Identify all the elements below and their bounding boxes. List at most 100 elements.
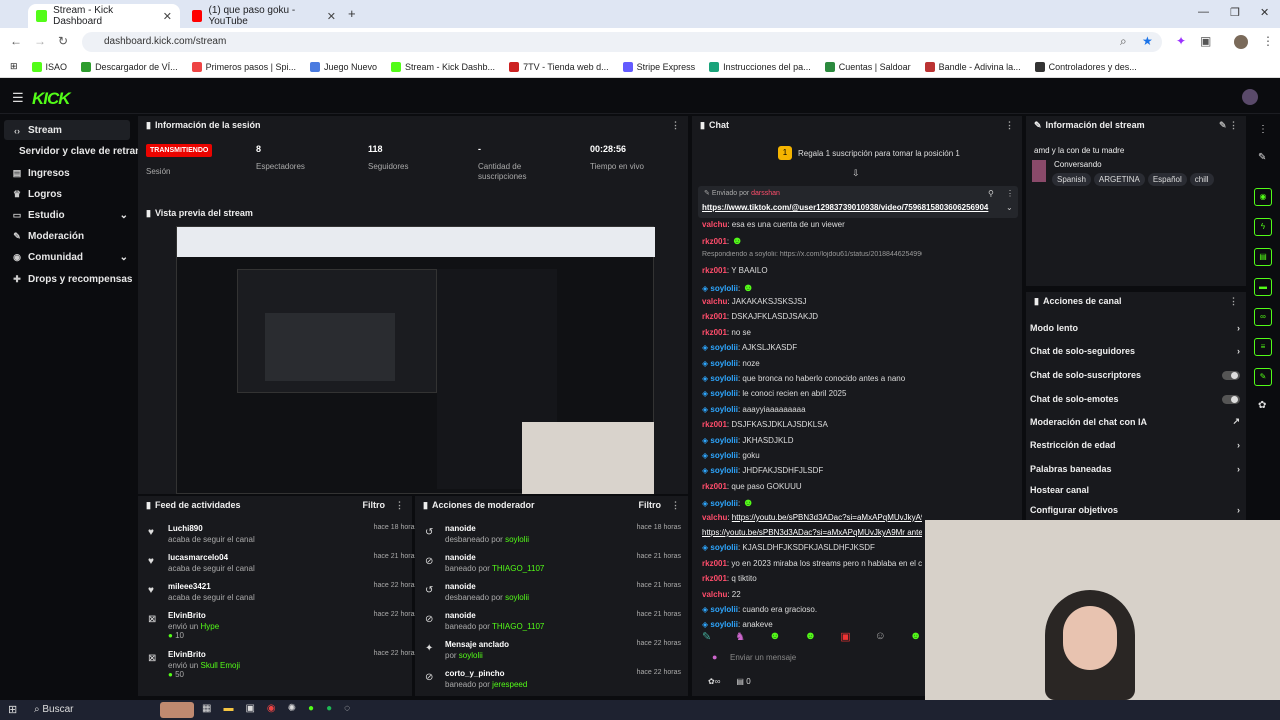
bookmark-item[interactable]: Stripe Express — [622, 61, 695, 72]
chrome-icon[interactable]: ◉ — [267, 703, 276, 714]
sidebar-item-drops[interactable]: ✚ Drops y recompensas — [12, 274, 132, 285]
action-banned-words[interactable]: Palabras baneadas › — [1030, 464, 1240, 474]
reload-icon[interactable]: ↻ — [58, 34, 68, 48]
chat-username[interactable]: soylolii — [710, 451, 738, 460]
chat-username[interactable]: soylolii — [710, 343, 738, 352]
bookmark-item[interactable]: 7TV - Tienda web d... — [509, 61, 609, 72]
action-followers-only[interactable]: Chat de solo-seguidores › — [1030, 346, 1240, 356]
sidebar-item-stream[interactable]: ‹› Stream — [12, 125, 62, 136]
tab-youtube[interactable]: (1) que paso goku - YouTube ✕ — [184, 4, 344, 28]
sidebar-item-estudio[interactable]: ▭ Estudio ⌄ — [12, 210, 128, 221]
tag[interactable]: ARGETINA — [1093, 173, 1145, 186]
chat-username[interactable]: rkz001 — [702, 559, 727, 568]
close-tab-icon[interactable]: ✕ — [327, 10, 336, 23]
more-options-icon[interactable]: ⋮ — [671, 120, 680, 131]
more-options-icon[interactable]: ⋮ — [1005, 120, 1014, 131]
emote-icon[interactable]: ▣ — [840, 630, 850, 643]
chat-input[interactable]: Enviar un mensaje — [702, 648, 922, 668]
store-icon[interactable]: ▣ — [245, 703, 254, 714]
app-icon[interactable]: ◌ — [344, 703, 350, 714]
profile-avatar[interactable] — [1234, 35, 1248, 49]
toggle-switch[interactable] — [1222, 394, 1240, 404]
bookmark-item[interactable]: Cuentas | Saldoar — [824, 61, 911, 72]
action-slow-mode[interactable]: Modo lento › — [1030, 323, 1240, 333]
chat-username[interactable]: valchu — [702, 220, 727, 229]
infinity-icon[interactable]: ✿∞ — [708, 677, 720, 686]
chat-username[interactable]: soylolii — [710, 605, 738, 614]
camera-icon[interactable]: ◉ — [1254, 188, 1272, 206]
sidebar-item-moderacion[interactable]: ✎ Moderación — [12, 231, 84, 242]
emote-icon[interactable]: ☺ — [875, 630, 886, 643]
action-subs-only[interactable]: Chat de solo-suscriptores — [1030, 370, 1240, 380]
tag[interactable]: chill — [1189, 173, 1214, 186]
extensions-puzzle-icon[interactable]: ▣ — [1200, 34, 1211, 48]
apps-icon[interactable]: ⊞ — [10, 61, 18, 72]
pin-toggle-icon[interactable]: ⇩ — [852, 168, 860, 179]
chat-username[interactable]: soylolii — [710, 284, 738, 293]
action-goals[interactable]: Configurar objetivos › — [1030, 505, 1240, 515]
emote-icon[interactable]: ☻ — [769, 630, 781, 643]
close-window-icon[interactable]: ✕ — [1260, 6, 1269, 19]
chat-username[interactable]: soylolii — [710, 620, 738, 629]
bookmark-item[interactable]: Juego Nuevo — [309, 61, 377, 72]
pin-icon[interactable]: ⚲ — [988, 189, 994, 198]
chat-username[interactable]: rkz001 — [702, 482, 727, 491]
windows-start-icon[interactable]: ⊞ — [8, 703, 17, 716]
extension-icon[interactable]: ✦ — [1176, 34, 1186, 48]
tag[interactable]: Español — [1147, 173, 1187, 186]
url-field[interactable]: dashboard.kick.com/stream — [82, 32, 1162, 52]
list-icon[interactable]: ≡ — [1254, 338, 1272, 356]
bookmark-item[interactable]: Controladores y des... — [1034, 61, 1137, 72]
chat-username[interactable]: soylolii — [710, 405, 738, 414]
bookmark-item[interactable]: Primeros pasos | Spi... — [191, 61, 296, 72]
chat-username[interactable]: valchu — [702, 590, 727, 599]
hamburger-menu-icon[interactable]: ☰ — [12, 90, 24, 106]
tab-kick-dashboard[interactable]: Stream - Kick Dashboard ✕ — [28, 4, 180, 28]
chat-username[interactable]: rkz001 — [702, 420, 727, 429]
page-icon[interactable]: ▤ — [1254, 248, 1272, 266]
chat-username[interactable]: soylolii — [710, 499, 738, 508]
pinned-message[interactable]: ✎ Enviado por darsshan https://www.tikto… — [698, 186, 1018, 218]
chat-username[interactable]: rkz001 — [702, 266, 727, 275]
edit-icon[interactable]: ✎ ⋮ — [1219, 120, 1238, 131]
taskbar-widget[interactable] — [160, 702, 194, 718]
bookmark-item[interactable]: Stream - Kick Dashb... — [391, 61, 495, 72]
wrench-icon[interactable]: ✎ — [1254, 368, 1272, 386]
sidebar-item-comunidad[interactable]: ◉ Comunidad ⌄ — [12, 252, 128, 263]
mod-filter-button[interactable]: Filtro — [639, 500, 662, 510]
gift-icon[interactable]: ▤ — [736, 677, 744, 686]
chat-username[interactable]: rkz001 — [702, 574, 727, 583]
kick-app-icon[interactable]: ● — [308, 703, 314, 714]
zoom-icon[interactable]: ⌕ — [1120, 34, 1127, 49]
emote-icon[interactable]: ♞ — [735, 630, 745, 643]
taskbar-search[interactable]: ⌕ Buscar — [34, 704, 74, 715]
chat-username[interactable]: rkz001 — [702, 237, 727, 246]
task-view-icon[interactable]: ▦ — [202, 703, 211, 714]
lightning-icon[interactable]: ϟ — [1254, 218, 1272, 236]
action-ai-moderation[interactable]: Moderación del chat con IA ↗ — [1030, 416, 1240, 427]
settings-icon[interactable]: ✿ — [1258, 400, 1266, 411]
emote-icon[interactable]: ☻ — [805, 630, 817, 643]
forward-icon[interactable]: → — [34, 34, 46, 48]
maximize-icon[interactable]: ❐ — [1230, 6, 1240, 19]
chat-username[interactable]: soylolii — [710, 359, 738, 368]
chat-username[interactable]: soylolii — [710, 466, 738, 475]
menu-icon[interactable]: ⋮ — [1262, 34, 1274, 48]
chat-username[interactable]: valchu — [702, 297, 727, 306]
bookmark-item[interactable]: Instrucciones del pa... — [709, 61, 811, 72]
bookmark-item[interactable]: Descargador de VÍ... — [81, 61, 178, 72]
action-age-restriction[interactable]: Restricción de edad › — [1030, 440, 1240, 450]
chat-username[interactable]: rkz001 — [702, 312, 727, 321]
star-icon[interactable]: ★ — [1142, 34, 1153, 48]
kick-logo[interactable]: KICK — [32, 89, 71, 109]
action-host-channel[interactable]: Hostear canal — [1030, 485, 1240, 495]
feed-filter-button[interactable]: Filtro — [363, 500, 386, 510]
chat-username[interactable]: soylolii — [710, 436, 738, 445]
emote-icon[interactable]: ☻ — [910, 630, 922, 643]
bookmark-item[interactable]: ISAO — [31, 61, 67, 72]
more-options-icon[interactable]: ⋮ — [1229, 296, 1238, 307]
mic-icon[interactable]: ● — [712, 652, 717, 662]
more-options-icon[interactable]: ⋮ — [395, 500, 404, 511]
sidebar-item-ingresos[interactable]: ▤ Ingresos — [12, 168, 70, 179]
close-tab-icon[interactable]: ✕ — [163, 10, 172, 23]
